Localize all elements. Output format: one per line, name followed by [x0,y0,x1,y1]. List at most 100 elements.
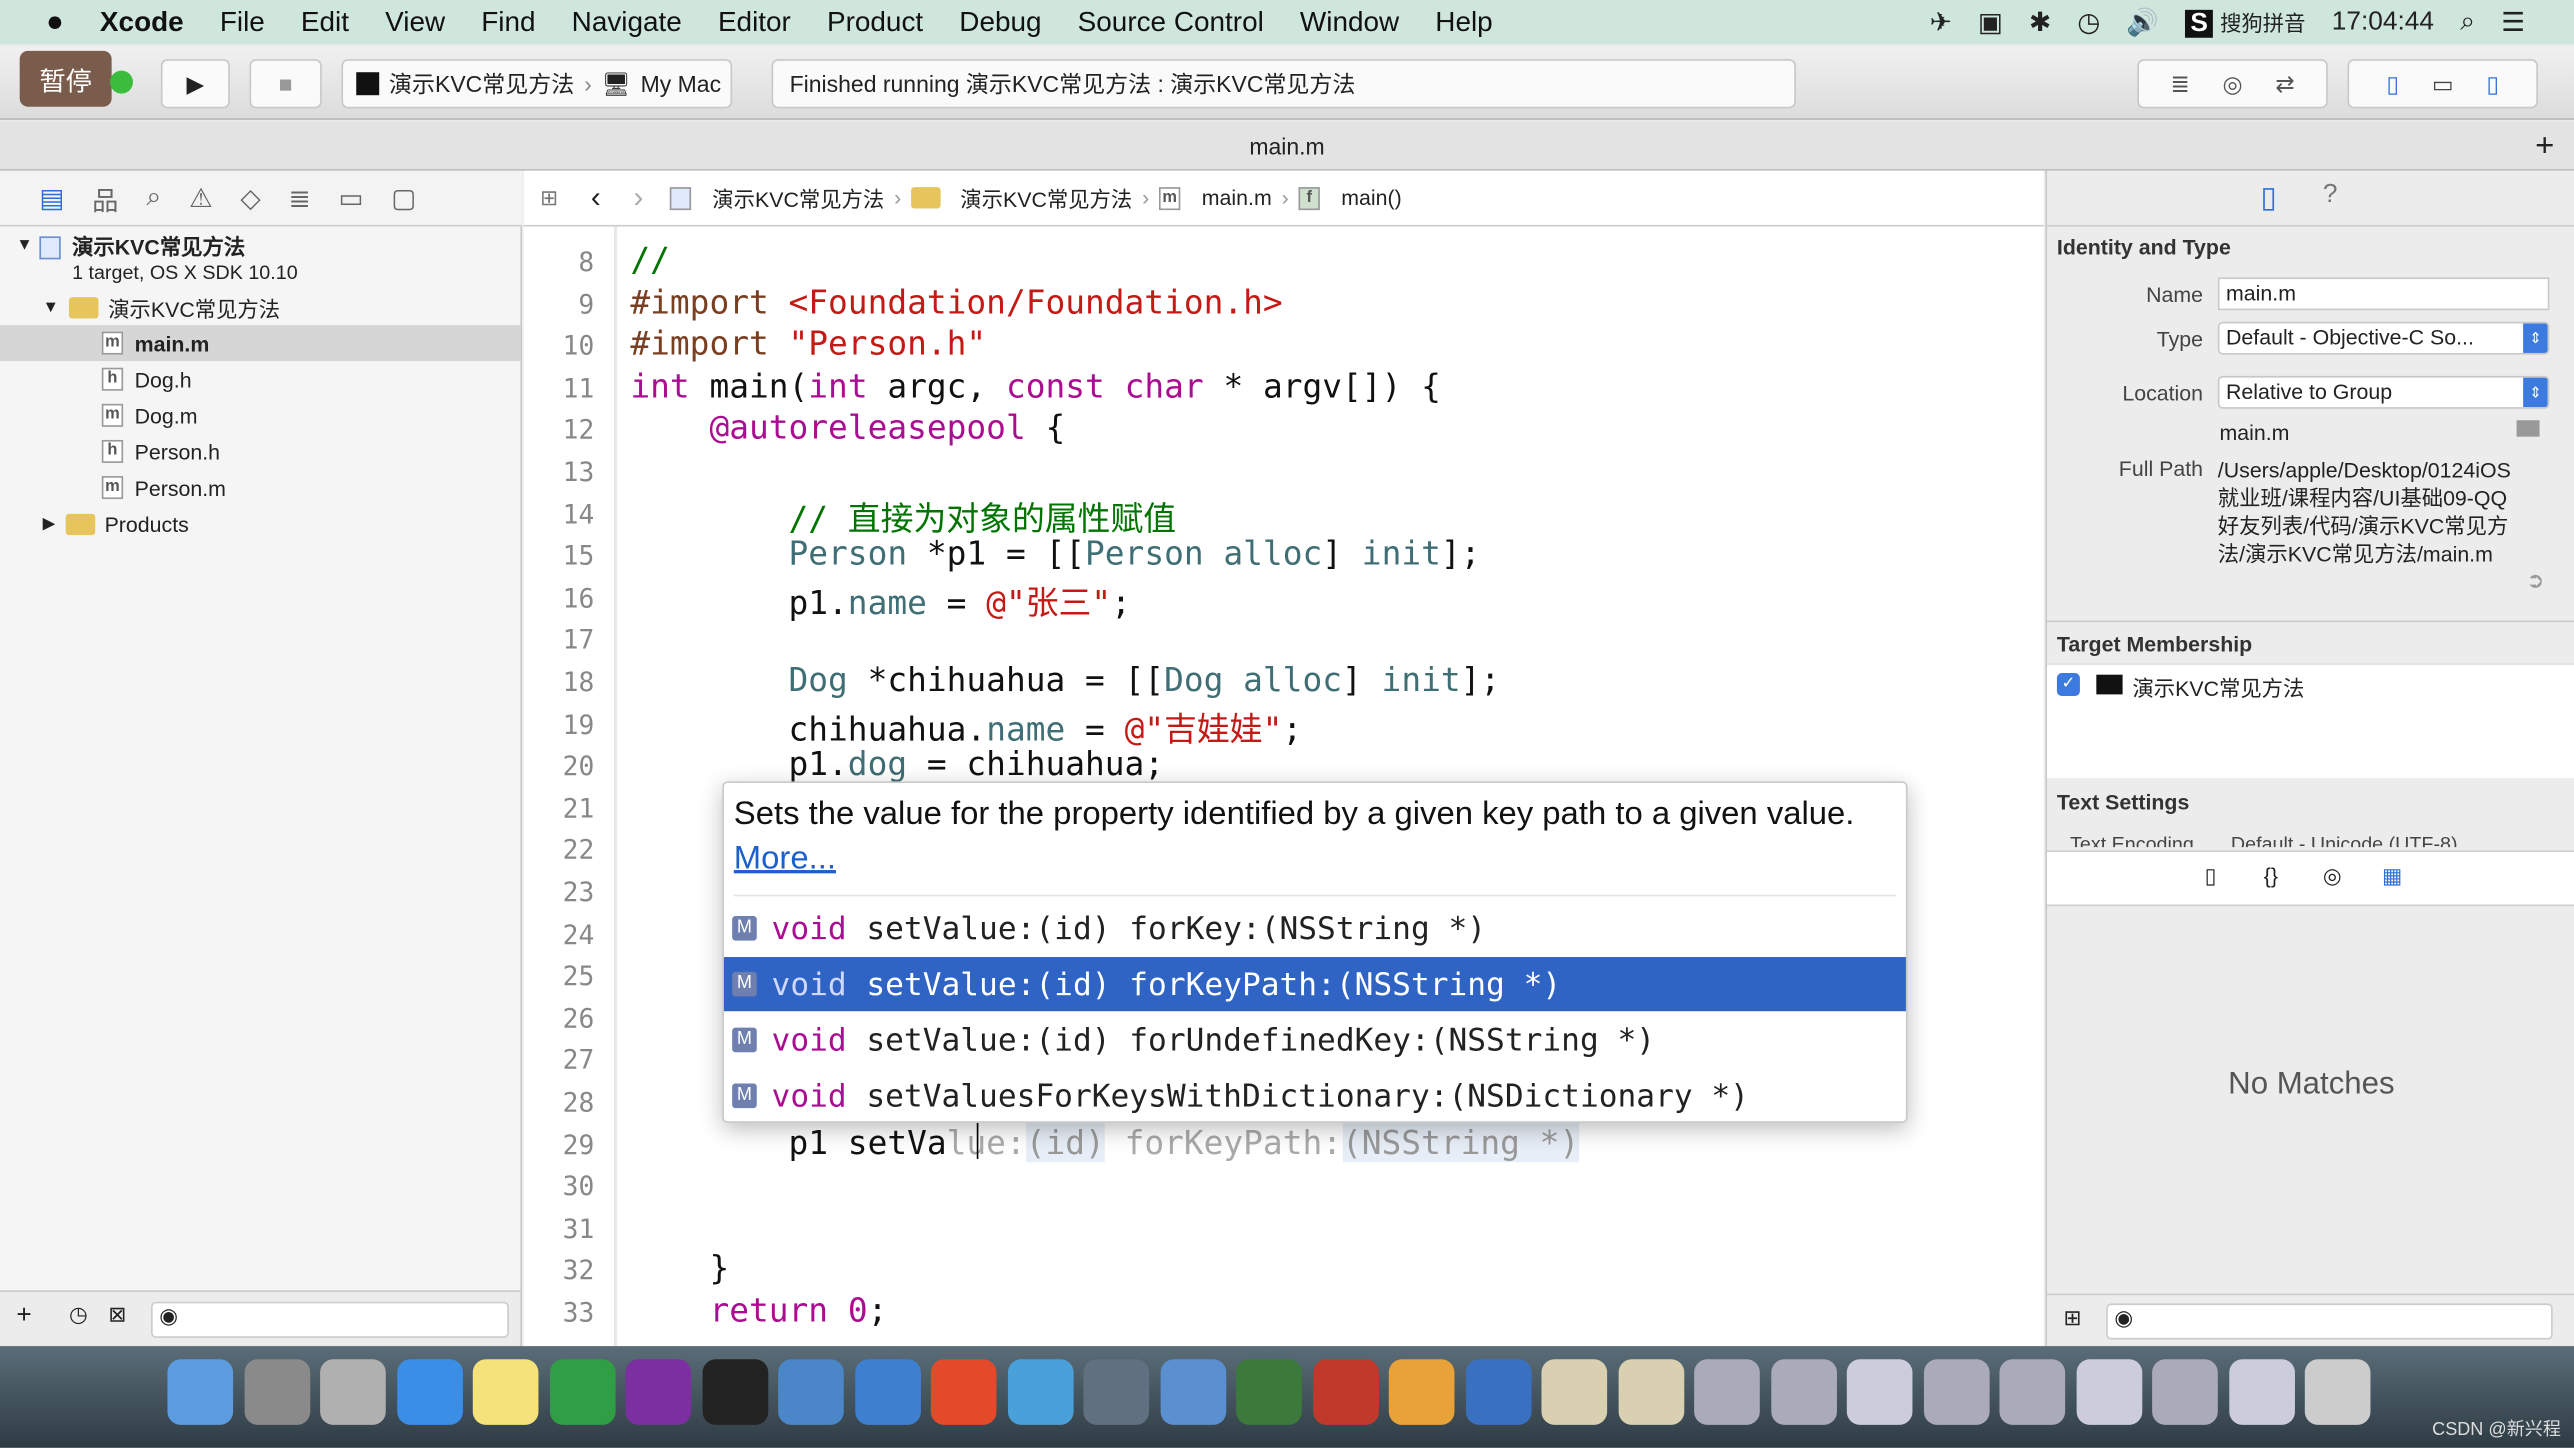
source-control-filter-icon[interactable]: ⊠ [108,1302,126,1328]
media-library-icon[interactable]: ▦ [2382,863,2402,889]
dock-app-icon[interactable] [778,1359,844,1425]
assistant-editor-icon[interactable]: ◎ [2223,70,2243,98]
dock-app-icon[interactable] [472,1359,539,1425]
dock-app-icon[interactable] [1312,1359,1379,1425]
dock-app-icon[interactable] [1770,1359,1837,1425]
debug-navigator-icon[interactable]: ≣ [289,181,311,214]
standard-editor-icon[interactable]: ≣ [2170,70,2189,98]
grid-view-icon[interactable]: ⊞ [2063,1305,2081,1331]
location-select[interactable]: Relative to Group ⇕ [2217,375,2550,409]
menu-navigate[interactable]: Navigate [572,6,682,39]
disclosure-closed-icon[interactable]: ▶ [43,515,56,533]
apple-menu-icon[interactable]: ● [46,5,64,39]
dock-app-icon[interactable] [701,1359,768,1425]
dock-app-icon[interactable] [1846,1359,1913,1425]
time-machine-icon[interactable]: ◷ [2077,6,2100,39]
crumb-project[interactable]: 演示KVC常见方法 [712,182,884,213]
dock-app-icon[interactable] [2152,1359,2218,1425]
file-row[interactable]: m Person.m [0,469,520,505]
dock-app-icon[interactable] [1007,1359,1073,1425]
clock[interactable]: 17:04:44 [2332,7,2434,37]
back-button[interactable]: ‹ [591,181,601,215]
choose-folder-icon[interactable] [2516,420,2540,437]
dock-app-icon[interactable] [625,1359,692,1425]
code-snippet-library-icon[interactable]: {} [2264,863,2278,888]
navigator-filter-input[interactable]: ◉ [151,1301,509,1338]
menu-source-control[interactable]: Source Control [1078,6,1264,39]
dock-app-icon[interactable] [2075,1359,2142,1425]
file-inspector-icon[interactable]: ▯ [2260,181,2276,215]
toggle-utilities-icon[interactable]: ▯ [2486,70,2499,98]
dock-app-icon[interactable] [1465,1359,1531,1425]
dock-app-icon[interactable] [1541,1359,1608,1425]
scheme-selector[interactable]: 演示KVC常见方法 › 🖥 My Mac [341,59,733,109]
screen-record-icon[interactable]: ▣ [1978,6,2003,39]
volume-icon[interactable]: 🔊 [2126,6,2159,39]
quick-help-icon[interactable]: ? [2323,181,2338,211]
menu-file[interactable]: File [220,6,265,39]
file-row[interactable]: h Person.h [0,433,520,469]
project-row[interactable]: ▼ 演示KVC常见方法 1 target, OS X SDK 10.10 [0,230,520,286]
text-encoding-select[interactable]: Default - Unicode (UTF-8) [2231,832,2458,847]
dock-app-icon[interactable] [1617,1359,1684,1425]
find-navigator-icon[interactable]: ⌕ [146,183,161,213]
recent-files-icon[interactable]: ◷ [69,1302,88,1328]
project-navigator-icon[interactable]: ▤ [39,181,64,214]
file-row[interactable]: m Dog.m [0,397,520,433]
menu-help[interactable]: Help [1435,6,1492,39]
products-row[interactable]: ▶ Products [0,506,520,542]
crumb-file[interactable]: main.m [1202,186,1272,211]
completion-item[interactable]: Mvoid setValuesForKeysWithDictionary:(NSD… [724,1069,1906,1123]
toggle-navigator-icon[interactable]: ▯ [2386,70,2399,98]
file-row[interactable]: h Dog.h [0,361,520,397]
run-button[interactable]: ▶ [160,59,230,109]
dock-app-icon[interactable] [1999,1359,2066,1425]
group-row[interactable]: ▼ 演示KVC常见方法 [0,289,520,325]
menu-find[interactable]: Find [481,6,535,39]
dock-app-icon[interactable] [2304,1359,2371,1425]
dock-app-icon[interactable] [1083,1359,1150,1425]
menu-edit[interactable]: Edit [301,6,349,39]
airplane-icon[interactable]: ✈ [1930,6,1952,39]
notification-center-icon[interactable]: ☰ [2501,6,2525,39]
library-filter-input[interactable]: ◉ [2106,1303,2553,1340]
tab-main-m[interactable]: main.m [1249,133,1324,159]
toggle-debug-area-icon[interactable]: ▭ [2432,70,2454,98]
bluetooth-icon[interactable]: ✱ [2029,6,2051,39]
name-field[interactable]: main.m [2217,277,2550,311]
dock-app-icon[interactable] [320,1359,386,1425]
pause-badge[interactable]: 暂停 [19,50,112,107]
related-items-icon[interactable]: ⊞ [540,185,558,211]
file-template-library-icon[interactable]: ▯ [2205,863,2217,889]
completion-item[interactable]: Mvoid setValue:(id) forKey:(NSString *) [724,901,1906,955]
dock-app-icon[interactable] [396,1359,463,1425]
stop-button[interactable]: ■ [249,59,322,109]
dock-app-icon[interactable] [854,1359,921,1425]
dock-app-icon[interactable] [1923,1359,1989,1425]
symbol-navigator-icon[interactable]: 品 [92,178,118,217]
forward-button[interactable]: › [634,181,644,215]
dock-app-icon[interactable] [549,1359,615,1425]
report-navigator-icon[interactable]: ▢ [391,181,416,214]
menu-view[interactable]: View [385,6,445,39]
dock-app-icon[interactable] [1236,1359,1302,1425]
disclosure-open-icon[interactable]: ▼ [16,236,32,254]
dock-app-icon[interactable] [1388,1359,1455,1425]
disclosure-open-icon[interactable]: ▼ [43,298,59,316]
issue-navigator-icon[interactable]: ⚠ [189,181,213,214]
dock-app-icon[interactable] [2228,1359,2295,1425]
dock-app-icon[interactable] [1159,1359,1226,1425]
dock-app-icon[interactable] [1694,1359,1760,1425]
add-icon[interactable]: + [16,1302,31,1332]
completion-item[interactable]: Mvoid setValue:(id) forKeyPath:(NSString … [723,957,1906,1012]
version-editor-icon[interactable]: ⇄ [2275,70,2294,98]
menu-product[interactable]: Product [827,6,923,39]
type-select[interactable]: Default - Objective-C So... ⇕ [2217,321,2550,355]
more-link[interactable]: More... [734,840,836,876]
test-navigator-icon[interactable]: ◇ [240,181,260,214]
input-method[interactable]: S 搜狗拼音 [2185,6,2305,39]
add-tab-button[interactable]: + [2535,121,2554,170]
object-library-icon[interactable]: ◎ [2323,863,2342,889]
dock-app-icon[interactable] [167,1359,234,1425]
file-row[interactable]: m main.m [0,325,521,362]
